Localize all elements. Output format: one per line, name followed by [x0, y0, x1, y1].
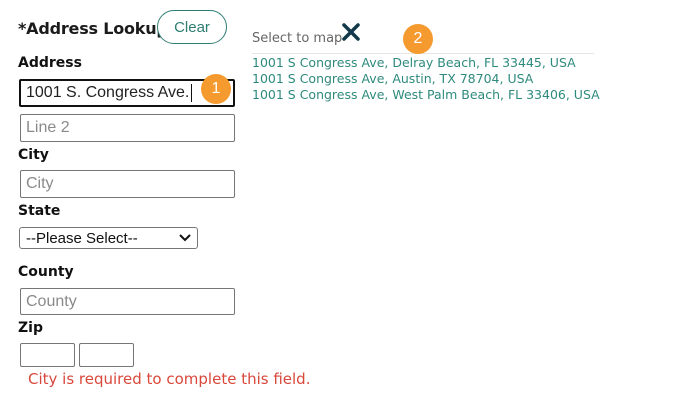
suggestion-item[interactable]: 1001 S Congress Ave, Austin, TX 78704, U… [252, 71, 533, 86]
city-label: City [18, 147, 49, 163]
step-badge-2: 2 [403, 24, 433, 54]
county-input[interactable]: County [20, 288, 235, 315]
zip-input[interactable] [20, 343, 75, 367]
chevron-down-icon [179, 234, 191, 242]
address-input-value: 1001 S. Congress Ave. [26, 84, 190, 101]
select-to-map-text: Select to map [252, 31, 343, 46]
line2-input[interactable]: Line 2 [20, 114, 235, 142]
suggestion-item[interactable]: 1001 S Congress Ave, Delray Beach, FL 33… [252, 55, 576, 70]
clear-button[interactable]: Clear [157, 10, 227, 44]
state-label: State [18, 203, 61, 219]
text-caret [191, 84, 193, 102]
zip-extension-input[interactable] [79, 343, 134, 367]
zip-label: Zip [18, 320, 43, 336]
county-placeholder: County [26, 292, 77, 310]
address-label: Address [18, 55, 82, 71]
line2-placeholder: Line 2 [26, 119, 70, 136]
suggestion-item[interactable]: 1001 S Congress Ave, West Palm Beach, FL… [252, 87, 600, 102]
address-lookup-title: *Address Lookup [18, 19, 168, 38]
step-badge-1: 1 [201, 74, 231, 104]
state-select-value: --Please Select-- [26, 229, 138, 247]
state-select[interactable]: --Please Select-- [19, 227, 198, 249]
city-placeholder: City [26, 175, 54, 192]
city-required-error: City is required to complete this field. [28, 370, 311, 388]
close-icon[interactable] [341, 22, 361, 42]
county-label: County [18, 264, 74, 280]
city-input[interactable]: City [20, 170, 235, 198]
